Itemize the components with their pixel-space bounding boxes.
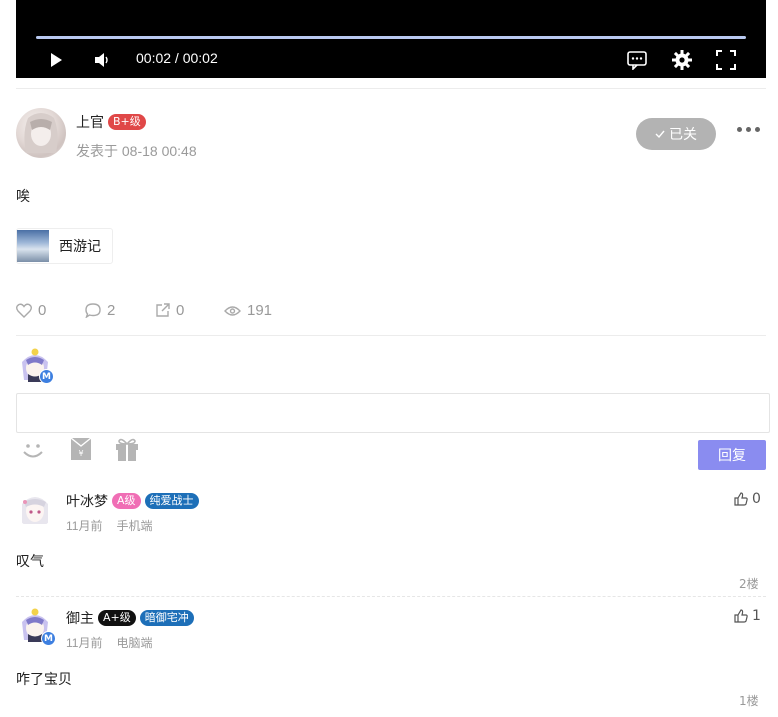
- post-time: 发表于 08-18 00:48: [76, 143, 197, 159]
- topic-tag[interactable]: 西游记: [16, 228, 113, 264]
- comment-author[interactable]: 叶冰梦: [66, 491, 108, 511]
- author-name[interactable]: 上官: [76, 112, 104, 132]
- like-count: 0: [38, 302, 47, 319]
- closed-status-button[interactable]: 已关: [636, 118, 716, 150]
- check-icon: [655, 130, 665, 139]
- volume-icon[interactable]: [92, 50, 114, 70]
- reply-button[interactable]: 回复: [698, 440, 766, 470]
- comment-floor: 1楼: [739, 694, 759, 708]
- post-content: 唉: [16, 188, 30, 204]
- heart-icon: [16, 303, 32, 318]
- topic-tag-label: 西游记: [59, 238, 101, 254]
- comment-floor: 2楼: [739, 577, 759, 591]
- comment-content: 咋了宝贝: [16, 671, 72, 687]
- thumbs-up-icon: [734, 492, 748, 506]
- level-badge: A级: [112, 493, 141, 509]
- thumbs-up-icon: [734, 609, 748, 623]
- danmaku-icon[interactable]: [626, 49, 648, 71]
- settings-gear-icon[interactable]: [671, 49, 693, 71]
- share-icon: [156, 303, 170, 317]
- share-stat[interactable]: 0: [155, 302, 184, 319]
- comment-avatar[interactable]: [16, 490, 54, 528]
- comment-like-button[interactable]: 0: [734, 491, 761, 507]
- comment-stat[interactable]: 2: [85, 302, 115, 319]
- video-time: 00:02 / 00:02: [136, 50, 218, 66]
- comment-device: 手机端: [116, 519, 153, 533]
- share-count: 0: [176, 302, 185, 319]
- like-stat[interactable]: 0: [16, 302, 46, 319]
- eye-icon: [224, 305, 241, 316]
- comment-like-count: 1: [752, 608, 761, 624]
- divider: [16, 335, 766, 336]
- comment-device: 电脑端: [116, 636, 153, 650]
- comment-bubble-icon: [85, 303, 101, 318]
- red-envelope-icon[interactable]: ¥: [69, 437, 93, 465]
- more-options-icon[interactable]: [737, 127, 760, 132]
- comment-time: 11月前: [66, 519, 103, 533]
- divider: [16, 88, 766, 89]
- video-player[interactable]: 00:02 / 00:02: [16, 0, 766, 78]
- member-m-badge: M: [39, 369, 54, 384]
- comment-count: 2: [107, 302, 116, 319]
- comment-like-button[interactable]: 1: [734, 608, 761, 624]
- video-progress-bar[interactable]: [36, 36, 746, 39]
- topic-thumbnail: [17, 230, 49, 262]
- comment-divider: [16, 596, 766, 597]
- author-avatar[interactable]: [16, 108, 66, 158]
- svg-text:¥: ¥: [78, 449, 83, 458]
- comment-time: 11月前: [66, 636, 103, 650]
- play-icon[interactable]: [46, 50, 66, 70]
- reply-input[interactable]: [16, 393, 770, 433]
- comment-author[interactable]: 御主: [66, 608, 94, 628]
- member-m-badge: M: [41, 631, 56, 646]
- comment-content: 叹气: [16, 553, 44, 569]
- closed-status-label: 已关: [669, 127, 697, 143]
- gift-icon[interactable]: [114, 436, 140, 466]
- emoji-icon[interactable]: [20, 436, 46, 466]
- level-badge: A+级: [98, 610, 136, 626]
- fullscreen-icon[interactable]: [715, 49, 737, 71]
- comment-like-count: 0: [752, 491, 761, 507]
- view-stat: 191: [224, 302, 272, 319]
- view-count: 191: [247, 302, 273, 319]
- title-badge: 暗御宅冲: [139, 610, 194, 626]
- level-badge: B+级: [108, 114, 146, 130]
- title-badge: 纯爱战士: [144, 493, 199, 509]
